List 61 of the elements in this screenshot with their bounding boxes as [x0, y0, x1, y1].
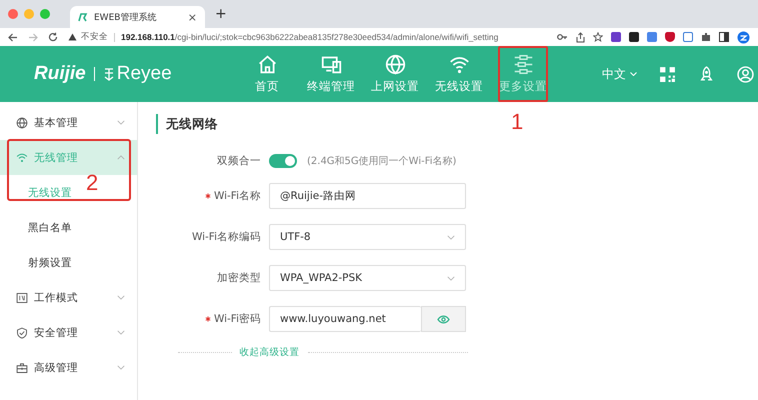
field-label: Wi-Fi名称 — [204, 189, 261, 203]
sliders-icon — [512, 54, 534, 75]
globe-icon — [384, 54, 406, 75]
sidebar-item[interactable]: 工作模式 — [0, 280, 137, 315]
wifi-icon — [16, 152, 28, 164]
sidebar-icon[interactable] — [719, 32, 729, 42]
qr-code-icon[interactable] — [659, 66, 676, 82]
annotation-number: 1 — [511, 109, 524, 135]
input-field[interactable]: @Ruijie-路由网 — [269, 183, 466, 209]
new-tab-button[interactable]: + — [215, 6, 227, 22]
sidebar-subitem[interactable]: 射频设置 — [0, 245, 72, 280]
show-password-button[interactable] — [421, 306, 466, 332]
hint-text: (2.4G和5G使用同一个Wi-Fi名称) — [307, 154, 456, 168]
required-asterisk-icon — [204, 316, 211, 322]
select-field[interactable]: UTF-8 — [269, 224, 466, 250]
back-button[interactable] — [8, 32, 18, 42]
chevron-icon — [447, 234, 455, 240]
chevron-icon — [117, 155, 125, 160]
sub-brand-logo: Reyee — [102, 63, 172, 85]
address-field[interactable]: 192.168.110.1/cgi-bin/luci/;stok=cbc963b6222abea8135f278e30eed534/admin/alone/wifi/wifi_setting — [121, 32, 498, 42]
puzzle-icon[interactable] — [701, 32, 711, 42]
field-label: 加密类型 — [217, 271, 261, 285]
chevron-icon — [117, 120, 125, 125]
field-label: 双频合一 — [217, 154, 261, 168]
home-icon — [256, 54, 278, 75]
chevron-icon — [447, 276, 455, 280]
field-label: Wi-Fi名称编码 — [192, 230, 261, 244]
wifi-icon — [448, 54, 470, 75]
user-icon[interactable] — [737, 66, 754, 82]
brand-logo: Ruijie — [34, 63, 86, 85]
sidebar-subitem[interactable]: 黑白名单 — [0, 210, 72, 245]
chevron-icon — [117, 365, 125, 370]
sidebar-item[interactable]: 基本管理 — [0, 105, 137, 140]
field-label: Wi-Fi密码 — [204, 312, 261, 326]
browser-tab[interactable]: EWEB管理系统 × — [70, 6, 205, 28]
reload-button[interactable] — [48, 32, 58, 42]
chevron-icon — [117, 330, 125, 335]
security-label[interactable]: 不安全 — [81, 31, 108, 43]
caret-icon — [630, 72, 637, 76]
globe-icon — [16, 116, 28, 128]
bookmark-star-icon[interactable] — [593, 32, 603, 42]
profile-icon[interactable] — [737, 30, 750, 44]
toggle-switch[interactable] — [269, 154, 297, 168]
rocket-icon[interactable] — [698, 66, 715, 82]
sidebar-item[interactable]: 高级管理 — [0, 350, 137, 385]
required-asterisk-icon — [204, 193, 211, 199]
toolbox-icon — [16, 362, 28, 374]
chevron-icon — [117, 295, 125, 300]
select-field[interactable]: WPA_WPA2-PSK — [269, 265, 466, 291]
shield-icon — [16, 326, 28, 338]
eye-icon — [437, 314, 450, 324]
tab-close-button[interactable]: × — [188, 10, 197, 24]
mode-icon — [16, 292, 28, 304]
password-field[interactable]: www.luyouwang.net — [269, 306, 421, 332]
tab-logo-icon — [78, 12, 88, 22]
close-window-icon[interactable] — [8, 9, 18, 19]
share-icon[interactable] — [576, 32, 585, 42]
devices-icon — [320, 54, 342, 75]
key-icon[interactable] — [557, 33, 568, 41]
warning-icon — [68, 33, 77, 41]
sidebar-item[interactable]: 安全管理 — [0, 315, 137, 350]
